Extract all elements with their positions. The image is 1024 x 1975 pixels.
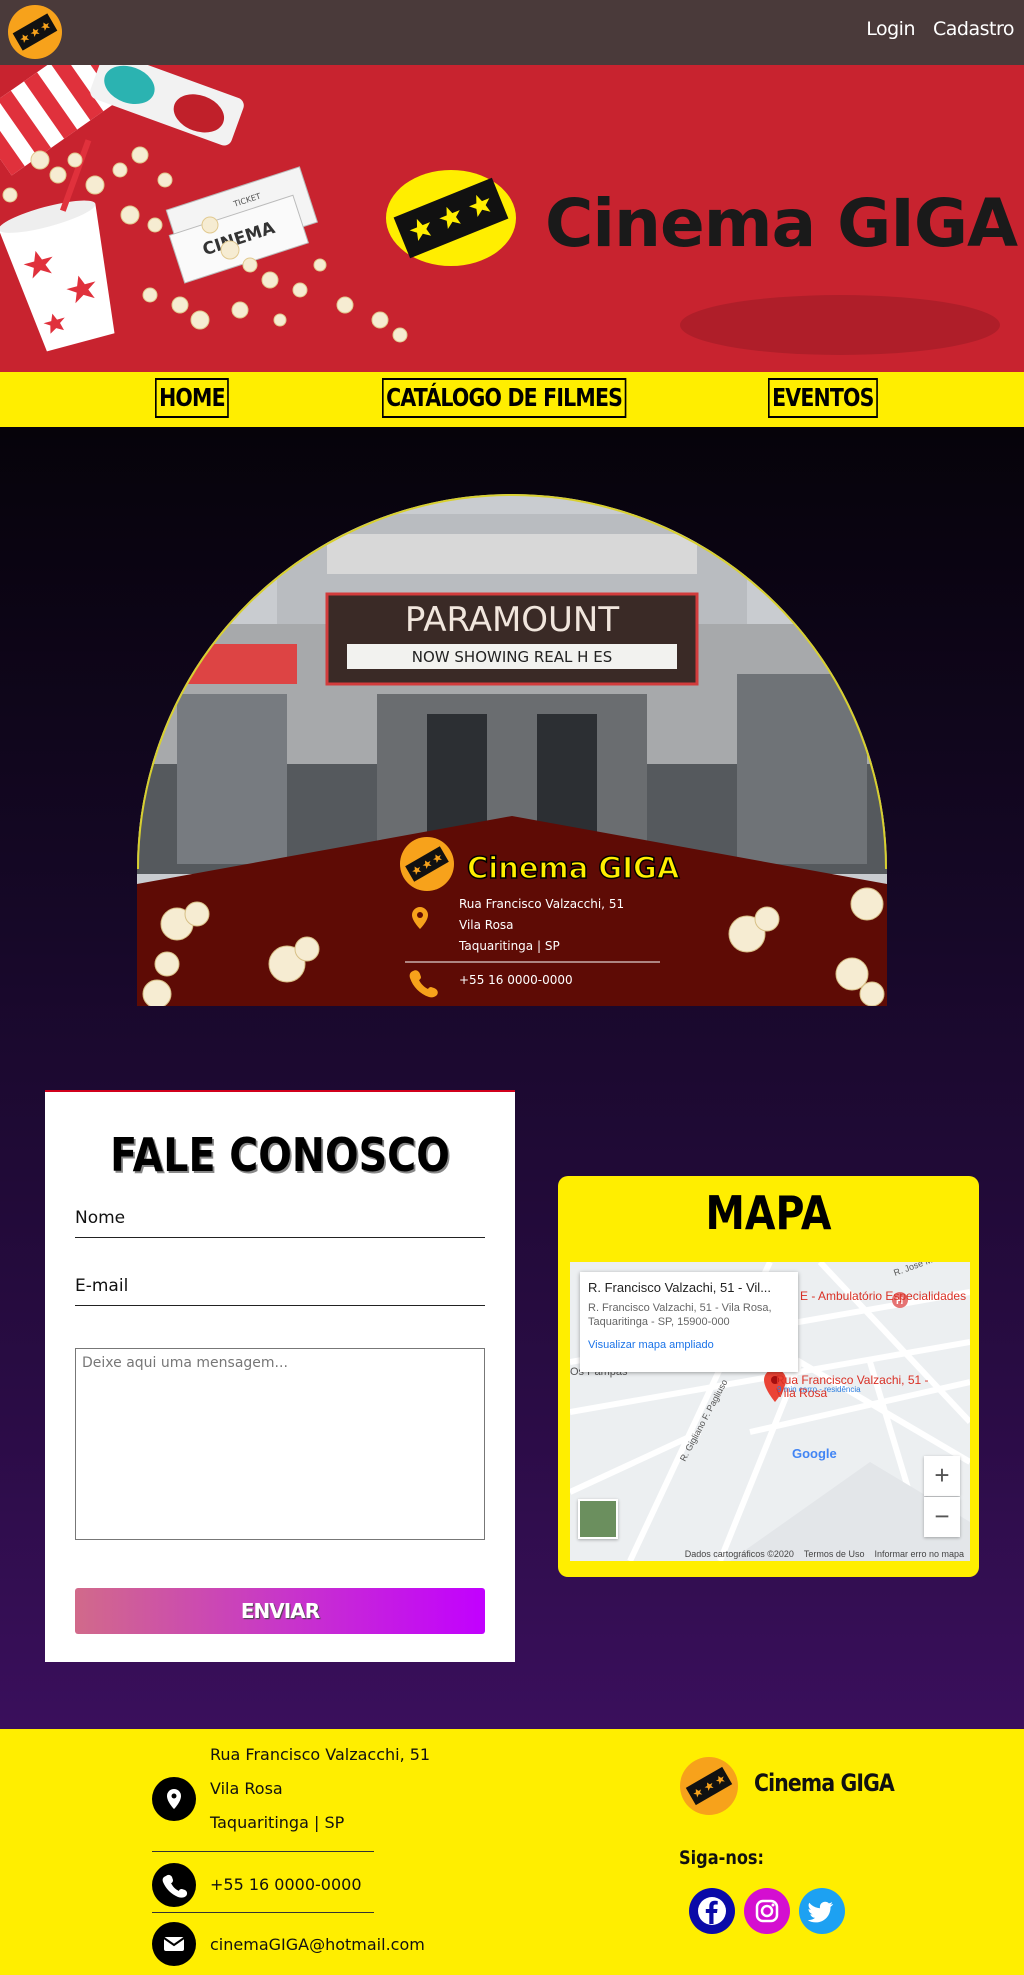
cinema-giga-logo[interactable]	[6, 3, 64, 61]
map-terms-link[interactable]: Termos de Uso	[804, 1549, 865, 1559]
popcorn-art: CINEMA TICKET	[0, 65, 408, 352]
satellite-toggle[interactable]	[578, 1499, 618, 1539]
submit-button[interactable]: ENVIAR	[75, 1588, 485, 1634]
zoom-in-button[interactable]: +	[924, 1456, 960, 1496]
facebook-icon[interactable]	[689, 1888, 735, 1934]
footer-phone: +55 16 0000-0000	[210, 1875, 362, 1894]
theater-address-3: Taquaritinga | SP	[458, 939, 560, 953]
theater-address-2: Vila Rosa	[459, 918, 514, 932]
name-field[interactable]: Nome	[75, 1202, 485, 1238]
footer-location-icon	[152, 1777, 196, 1821]
map-report-link[interactable]: Informar erro no mapa	[874, 1549, 964, 1559]
theater-phone: +55 16 0000-0000	[459, 973, 573, 987]
hero-banner: CINEMA TICKET Cinema GIGA	[0, 65, 1024, 372]
footer-address-1: Rua Francisco Valzacchi, 51	[210, 1745, 431, 1764]
footer-email-icon	[152, 1922, 196, 1966]
contact-form-title: FALE CONOSCO	[110, 1128, 450, 1182]
map-pin-label: Rua Francisco Valzachi, 51 - Vila Rosa	[776, 1373, 929, 1400]
now-showing-text: NOW SHOWING REAL H ES	[412, 648, 612, 666]
map-popup-title: R. Francisco Valzachi, 51 - Vil...	[588, 1280, 772, 1295]
map-popup-address: R. Francisco Valzachi, 51 - Vila Rosa, T…	[588, 1302, 772, 1328]
login-link[interactable]: Login	[866, 18, 915, 40]
footer: Rua Francisco Valzacchi, 51 Vila Rosa Ta…	[0, 1729, 1024, 1975]
twitter-icon[interactable]	[799, 1888, 845, 1934]
message-textarea[interactable]: Deixe aqui uma mensagem...	[75, 1348, 485, 1540]
email-field[interactable]: E-mail	[75, 1270, 485, 1306]
main-nav: HOME CATÁLOGO DE FILMES EVENTOS	[0, 372, 1024, 427]
footer-email[interactable]: cinemaGIGA@hotmail.com	[210, 1928, 425, 1962]
map-data-credit: Dados cartográficos ©2020	[684, 1549, 794, 1559]
embedded-map[interactable]: R. Gigliano F. Pagliuso R. Jose M Os Pam…	[570, 1262, 970, 1561]
contact-form: FALE CONOSCO Nome E-mail Deixe aqui uma …	[45, 1090, 515, 1662]
theater-brand-name: Cinema GIGA	[467, 851, 680, 885]
map-card: MAPA R. Gigliano F. Pagliuso R. Jose M O…	[558, 1176, 979, 1577]
footer-divider	[152, 1851, 374, 1852]
map-poi-label: E - Ambulatório Especialidades	[800, 1289, 966, 1303]
footer-divider-2	[152, 1912, 374, 1913]
footer-address-2: Vila Rosa	[210, 1779, 283, 1798]
map-expand-link[interactable]: Visualizar mapa ampliado	[588, 1339, 790, 1351]
footer-brand-name: Cinema GIGA	[754, 1769, 895, 1797]
footer-logo	[680, 1757, 738, 1815]
map-attribution: Dados cartográficos ©2020 Termos de Uso …	[685, 1549, 964, 1559]
theater-address-1: Rua Francisco Valzacchi, 51	[459, 897, 624, 911]
banner-shadow	[680, 295, 1000, 355]
nav-catalog[interactable]: CATÁLOGO DE FILMES	[382, 378, 627, 418]
theater-logo	[400, 837, 454, 891]
map-info-popup: R. Francisco Valzachi, 51 - Vil... R. Fr…	[580, 1272, 798, 1372]
footer-address-3: Taquaritinga | SP	[210, 1813, 345, 1832]
google-logo: Google	[792, 1446, 837, 1461]
theater-card: PARAMOUNT NOW SHOWING REAL H ES Cinema G…	[137, 494, 887, 1006]
marquee-text: PARAMOUNT	[405, 600, 620, 640]
instagram-icon[interactable]	[744, 1888, 790, 1934]
map-title: MAPA	[705, 1186, 832, 1240]
nav-home[interactable]: HOME	[155, 378, 229, 418]
brand-logo	[386, 170, 516, 266]
top-bar: Login Cadastro	[0, 0, 1024, 65]
follow-label: Siga-nos:	[679, 1847, 764, 1869]
footer-phone-icon	[152, 1863, 196, 1907]
zoom-out-button[interactable]: −	[924, 1497, 960, 1537]
signup-link[interactable]: Cadastro	[933, 18, 1014, 40]
nav-events[interactable]: EVENTOS	[768, 378, 878, 418]
banner-brand-name: Cinema GIGA	[545, 185, 1018, 262]
